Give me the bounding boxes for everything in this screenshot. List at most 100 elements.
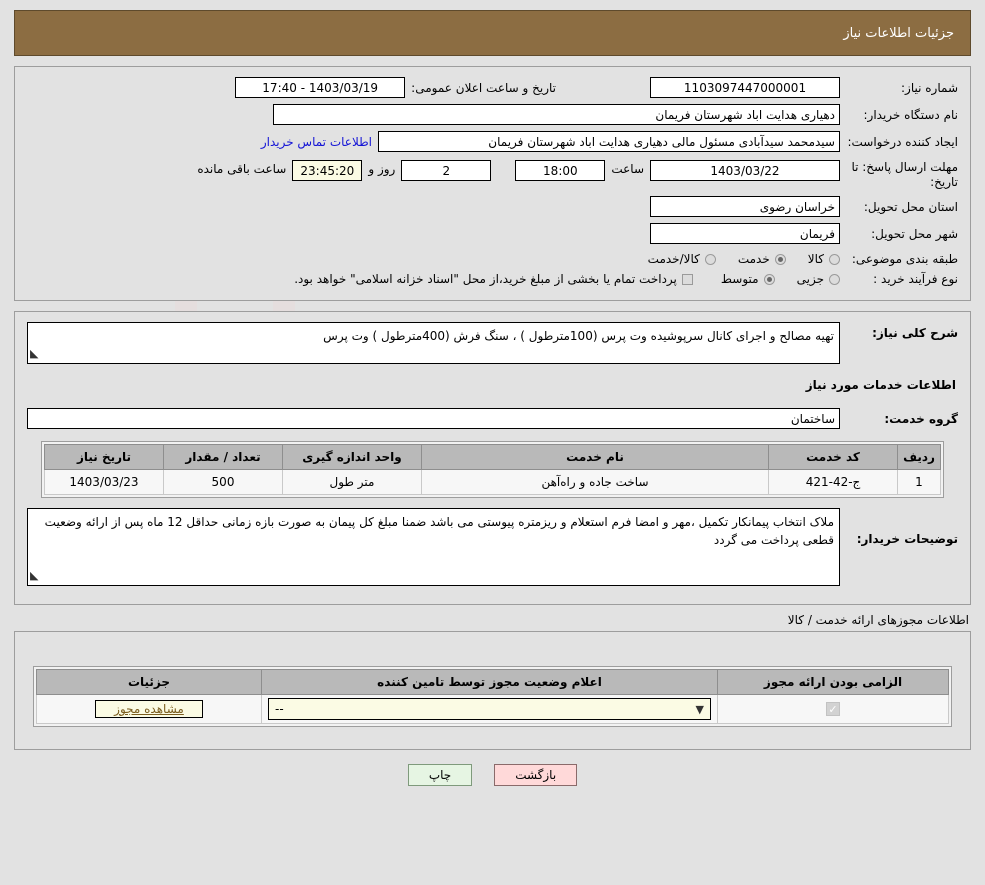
resize-grip-icon[interactable]: ◢ [30, 345, 38, 363]
remaining-days: 2 [401, 160, 492, 181]
countdown-timer: 23:45:20 [292, 160, 363, 181]
need-number-row: شماره نیاز: 1103097447000001 تاریخ و ساع… [27, 77, 958, 98]
description-label: شرح کلی نیاز: [872, 326, 958, 340]
category-option-kala-khedmat-label: کالا/خدمت [647, 252, 700, 266]
process-option-jozii-label: جزیی [796, 272, 824, 286]
cell-quantity: 500 [163, 469, 283, 495]
col-quantity: تعداد / مقدار [163, 444, 283, 470]
deadline-label: مهلت ارسال پاسخ: تا تاریخ: [851, 160, 958, 189]
licenses-panel: الزامی بودن ارائه مجوز اعلام وضعیت مجوز … [14, 631, 971, 750]
cell-license-required: ✓ [717, 694, 949, 724]
services-table-header-row: ردیف کد خدمت نام خدمت واحد اندازه گیری ت… [44, 444, 941, 470]
description-text: تهیه مصالح و اجرای کانال سرپوشیده وت پرس… [323, 329, 834, 343]
cell-license-status: ▼ -- [261, 694, 718, 724]
buyer-notes-label: توضیحات خریدار: [856, 532, 958, 546]
city-label: شهر محل تحویل: [871, 226, 958, 241]
col-index: ردیف [897, 444, 941, 470]
col-code: کد خدمت [768, 444, 898, 470]
service-group-label: گروه خدمت: [884, 411, 958, 426]
process-label: نوع فرآیند خرید : [873, 272, 958, 286]
col-license-required: الزامی بودن ارائه مجوز [717, 669, 949, 695]
creator-label: ایجاد کننده درخواست: [847, 134, 958, 149]
radio-icon-kala[interactable] [829, 253, 840, 265]
creator-row: ایجاد کننده درخواست: سیدمحمد سیدآبادی مس… [27, 131, 958, 152]
days-label: روز و [368, 162, 396, 176]
col-name: نام خدمت [421, 444, 769, 470]
process-option-motevaset-label: متوسط [720, 272, 759, 286]
buyer-notes-textarea[interactable]: ملاک انتخاب پیمانکار تکمیل ،مهر و امضا ف… [27, 508, 840, 586]
category-option-khedmat-label: خدمت [737, 252, 770, 266]
radio-icon-motevaset[interactable] [763, 273, 775, 285]
category-option-kala-khedmat[interactable]: کالا/خدمت [648, 252, 716, 266]
province-value: خراسان رضوی [650, 196, 840, 217]
buyer-notes-row: توضیحات خریدار: ملاک انتخاب پیمانکار تکم… [27, 508, 958, 586]
chevron-down-icon[interactable]: ▼ [696, 704, 704, 715]
description-row: شرح کلی نیاز: تهیه مصالح و اجرای کانال س… [27, 322, 958, 364]
category-option-kala-label: کالا [807, 252, 824, 266]
treasury-checkbox-group[interactable]: پرداخت تمام یا بخشی از مبلغ خرید،از محل … [294, 272, 693, 286]
table-row: ✓ ▼ -- مشاهده مجوز [36, 694, 949, 724]
city-value: فریمان [650, 223, 840, 244]
licenses-table: الزامی بودن ارائه مجوز اعلام وضعیت مجوز … [36, 669, 949, 724]
buyer-org-value: دهیاری هدایت اباد شهرستان فریمان [273, 104, 840, 125]
province-label: استان محل تحویل: [863, 199, 958, 214]
announce-label: تاریخ و ساعت اعلان عمومی: [411, 80, 556, 95]
category-row: طبقه بندی موضوعی: کالا خدمت کالا/خدمت [27, 252, 958, 266]
services-panel: شرح کلی نیاز: تهیه مصالح و اجرای کانال س… [14, 311, 971, 605]
buyer-contact-link[interactable]: اطلاعات تماس خریدار [255, 135, 378, 149]
license-status-value: -- [275, 702, 284, 716]
cell-unit: متر طول [282, 469, 422, 495]
resize-grip-icon-notes[interactable]: ◢ [30, 567, 38, 585]
services-table: ردیف کد خدمت نام خدمت واحد اندازه گیری ت… [44, 444, 941, 495]
radio-icon-jozii[interactable] [829, 273, 840, 285]
need-number-value: 1103097447000001 [650, 77, 840, 98]
category-option-kala[interactable]: کالا [808, 252, 840, 266]
col-need-date: تاریخ نیاز [44, 444, 164, 470]
services-section-title: اطلاعات خدمات مورد نیاز [805, 378, 956, 392]
description-textarea[interactable]: تهیه مصالح و اجرای کانال سرپوشیده وت پرس… [27, 322, 840, 364]
footer-actions: بازگشت چاپ [0, 764, 985, 786]
buyer-org-label: نام دستگاه خریدار: [863, 107, 959, 122]
licenses-table-wrapper: الزامی بودن ارائه مجوز اعلام وضعیت مجوز … [33, 666, 952, 727]
back-button[interactable]: بازگشت [494, 764, 578, 786]
hour-label: ساعت [611, 162, 644, 176]
cell-name: ساخت جاده و راه‌آهن [421, 469, 769, 495]
checkbox-icon-license-required: ✓ [826, 702, 840, 716]
buyer-org-row: نام دستگاه خریدار: دهیاری هدایت اباد شهر… [27, 104, 958, 125]
announce-value: 1403/03/19 - 17:40 [235, 77, 406, 98]
process-option-motevaset[interactable]: متوسط [721, 272, 775, 286]
col-license-details: جزئیات [36, 669, 262, 695]
col-unit: واحد اندازه گیری [282, 444, 422, 470]
city-row: شهر محل تحویل: فریمان [27, 223, 958, 244]
checkbox-icon-treasury[interactable] [681, 273, 693, 285]
view-license-button[interactable]: مشاهده مجوز [95, 700, 203, 718]
service-group-value: ساختمان [27, 408, 840, 429]
page-header: جزئیات اطلاعات نیاز [14, 10, 971, 56]
deadline-hour: 18:00 [515, 160, 606, 181]
deadline-date: 1403/03/22 [650, 160, 840, 181]
process-option-jozii[interactable]: جزیی [797, 272, 840, 286]
service-group-row: گروه خدمت: ساختمان [27, 408, 958, 429]
cell-index: 1 [897, 469, 941, 495]
category-label: طبقه بندی موضوعی: [851, 252, 958, 266]
radio-icon-khedmat[interactable] [774, 253, 786, 265]
licenses-caption: اطلاعات مجوزهای ارائه خدمت / کالا [787, 613, 969, 627]
remaining-label: ساعت باقی مانده [197, 162, 287, 176]
need-info-panel: شماره نیاز: 1103097447000001 تاریخ و ساع… [14, 66, 971, 301]
category-option-khedmat[interactable]: خدمت [738, 252, 786, 266]
province-row: استان محل تحویل: خراسان رضوی [27, 196, 958, 217]
process-row: نوع فرآیند خرید : جزیی متوسط پرداخت تمام… [27, 272, 958, 286]
page-title: جزئیات اطلاعات نیاز [843, 25, 954, 41]
print-button[interactable]: چاپ [407, 764, 473, 786]
table-row: 1 ج-42-421 ساخت جاده و راه‌آهن متر طول 5… [44, 469, 941, 495]
license-status-select[interactable]: ▼ -- [268, 698, 711, 720]
licenses-table-header-row: الزامی بودن ارائه مجوز اعلام وضعیت مجوز … [36, 669, 949, 695]
radio-icon-kala-khedmat[interactable] [704, 253, 716, 265]
deadline-row: مهلت ارسال پاسخ: تا تاریخ: 1403/03/22 سا… [27, 158, 958, 190]
services-table-wrapper: ردیف کد خدمت نام خدمت واحد اندازه گیری ت… [41, 441, 944, 498]
cell-need-date: 1403/03/23 [44, 469, 164, 495]
cell-code: ج-42-421 [768, 469, 898, 495]
buyer-notes-text: ملاک انتخاب پیمانکار تکمیل ،مهر و امضا ف… [44, 515, 834, 547]
treasury-checkbox-label: پرداخت تمام یا بخشی از مبلغ خرید،از محل … [294, 272, 677, 286]
col-license-status: اعلام وضعیت مجوز توسط تامین کننده [261, 669, 718, 695]
